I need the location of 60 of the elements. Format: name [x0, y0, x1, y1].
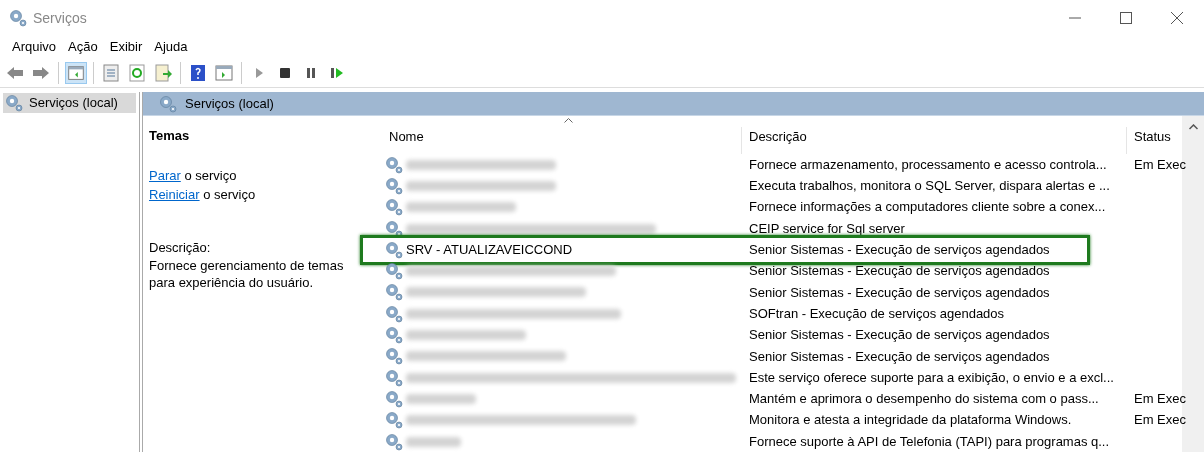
gears-icon — [385, 304, 403, 323]
gears-icon — [385, 176, 403, 195]
gears-icon — [385, 219, 403, 238]
table-cell: Fornece informações a computadores cliente sobre a conex... — [749, 199, 1106, 215]
export-icon[interactable] — [152, 61, 174, 84]
table-cell: Senior Sistemas - Execução de serviços agendados — [749, 327, 1050, 343]
table-cell: Senior Sistemas - Execução de serviços agendados — [749, 348, 1050, 364]
table-cell: Este serviço oferece suporte para a exibição, o envio e a excl... — [749, 369, 1114, 385]
gears-icon — [385, 347, 403, 366]
list-icon[interactable] — [100, 61, 122, 84]
table-cell: Fornece suporte à API de Telefonia (TAPI) para programas q... — [749, 433, 1110, 449]
menu-item[interactable]: Arquivo — [6, 36, 63, 58]
gears-icon — [385, 432, 403, 451]
maximize-icon[interactable] — [1120, 12, 1132, 24]
table-cell: Monitora e atesta a integridade da plataforma Windows. — [749, 412, 1072, 428]
column-header[interactable]: Status — [1134, 129, 1171, 144]
blurred-text — [406, 436, 461, 447]
table-cell: Senior Sistemas - Execução de serviços agendados — [749, 242, 1050, 258]
table-cell: Fornece armazenamento, processamento e acesso controla... — [749, 156, 1107, 172]
window-title: Serviços — [33, 8, 87, 28]
gears-icon — [385, 262, 403, 281]
column-header[interactable]: Nome — [389, 127, 424, 154]
menu-item[interactable]: Ajuda — [148, 36, 194, 58]
gears-icon — [385, 368, 403, 387]
description-text: Fornece gerenciamento de temas para experiência do usuário. — [149, 257, 345, 291]
menu-item[interactable]: Ação — [62, 36, 104, 58]
service-title: Temas — [149, 127, 191, 145]
table-cell: Em Exec — [1134, 391, 1186, 407]
table-cell: Em Exec — [1134, 156, 1186, 172]
panel-title: Serviços (local) — [185, 94, 274, 113]
table-cell: Mantém e aprimora o desempenho do sistema com o pass... — [749, 391, 1099, 407]
gears-icon — [5, 94, 23, 112]
table-cell-text: SRV - ATUALIZAVEICCOND — [406, 241, 573, 260]
table-cell: SOFtran - Execução de serviços agendados — [749, 305, 1005, 321]
action-link[interactable]: Parar — [149, 165, 181, 185]
action-text: o serviço — [183, 166, 237, 185]
scroll-up-icon[interactable] — [1188, 124, 1198, 130]
table-cell: Senior Sistemas - Execução de serviços agendados — [749, 263, 1050, 279]
description-label: Descrição: — [149, 238, 212, 257]
table-cell: Executa trabalhos, monitora o SQL Server, dispara alertas e ... — [749, 178, 1110, 194]
gears-icon — [159, 94, 177, 113]
action-text: o serviço — [202, 186, 256, 204]
gears-icon — [9, 9, 27, 27]
gears-icon — [385, 411, 403, 430]
gears-icon — [385, 326, 403, 344]
blurred-text — [406, 393, 476, 404]
table-cell: Em Exec — [1134, 412, 1186, 428]
column-header[interactable]: Descrição — [749, 129, 807, 144]
tree-item[interactable]: Serviços (local) — [3, 93, 136, 113]
gears-icon — [385, 283, 403, 302]
table-cell: CEIP service for Sql server — [749, 220, 905, 236]
close-icon[interactable] — [1171, 12, 1183, 24]
table-cell: Senior Sistemas - Execução de serviços agendados — [749, 284, 1050, 300]
action-link[interactable]: Reiniciar — [149, 185, 200, 205]
gears-icon — [385, 155, 403, 174]
gears-icon — [385, 240, 403, 259]
menu-item[interactable]: Exibir — [103, 36, 149, 58]
window-pane-icon[interactable] — [65, 61, 87, 84]
gears-icon — [385, 389, 403, 408]
gears-icon — [385, 198, 403, 217]
